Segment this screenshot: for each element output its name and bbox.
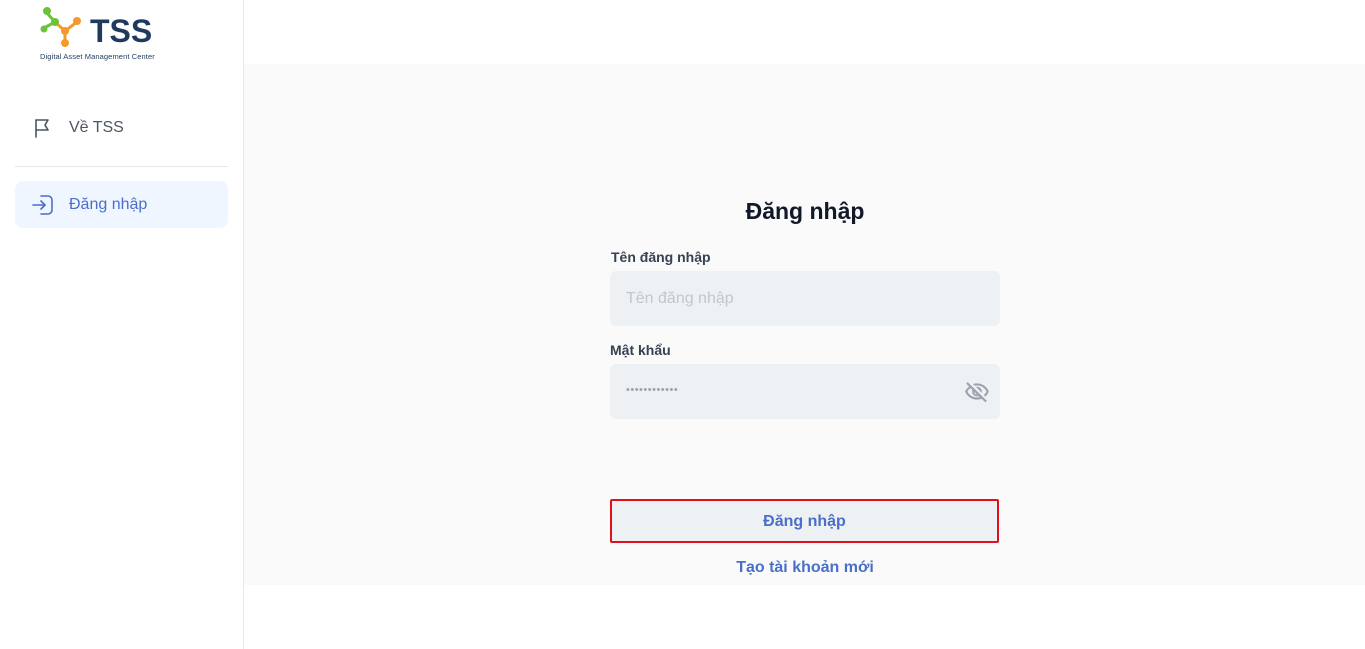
logo-wordmark: TSS: [90, 13, 152, 49]
login-submit-button[interactable]: Đăng nhập: [610, 499, 999, 543]
main-content: Đăng nhập Tên đăng nhập Mật khẩu •••••••…: [244, 64, 1365, 585]
password-label: Mật khẩu: [610, 342, 671, 358]
eye-off-icon[interactable]: [964, 379, 990, 405]
create-account-link[interactable]: Tạo tài khoản mới: [610, 559, 1000, 577]
sidebar-divider: [15, 166, 228, 167]
tss-logo[interactable]: TSS Digital Asset Management Center: [38, 4, 168, 62]
page-title: Đăng nhập: [745, 198, 865, 224]
tss-logo-mark: TSS: [40, 7, 152, 49]
login-icon: [30, 192, 56, 218]
login-form: Đăng nhập Tên đăng nhập Mật khẩu •••••••…: [610, 194, 1000, 576]
username-field-wrapper: [610, 271, 1000, 326]
username-input[interactable]: [610, 271, 1000, 326]
sidebar-item-about[interactable]: Về TSS: [15, 104, 228, 151]
username-label: Tên đăng nhập: [611, 249, 711, 265]
sidebar-item-login[interactable]: Đăng nhập: [15, 181, 228, 228]
sidebar: TSS Digital Asset Management Center Về T…: [0, 0, 244, 649]
flag-icon: [30, 115, 56, 141]
logo-tagline: Digital Asset Management Center: [40, 52, 155, 61]
password-field[interactable]: ••••••••••••: [610, 364, 1000, 419]
sidebar-item-label: Về TSS: [69, 118, 124, 136]
password-masked-value: ••••••••••••: [626, 384, 679, 396]
sidebar-item-label: Đăng nhập: [69, 195, 148, 213]
